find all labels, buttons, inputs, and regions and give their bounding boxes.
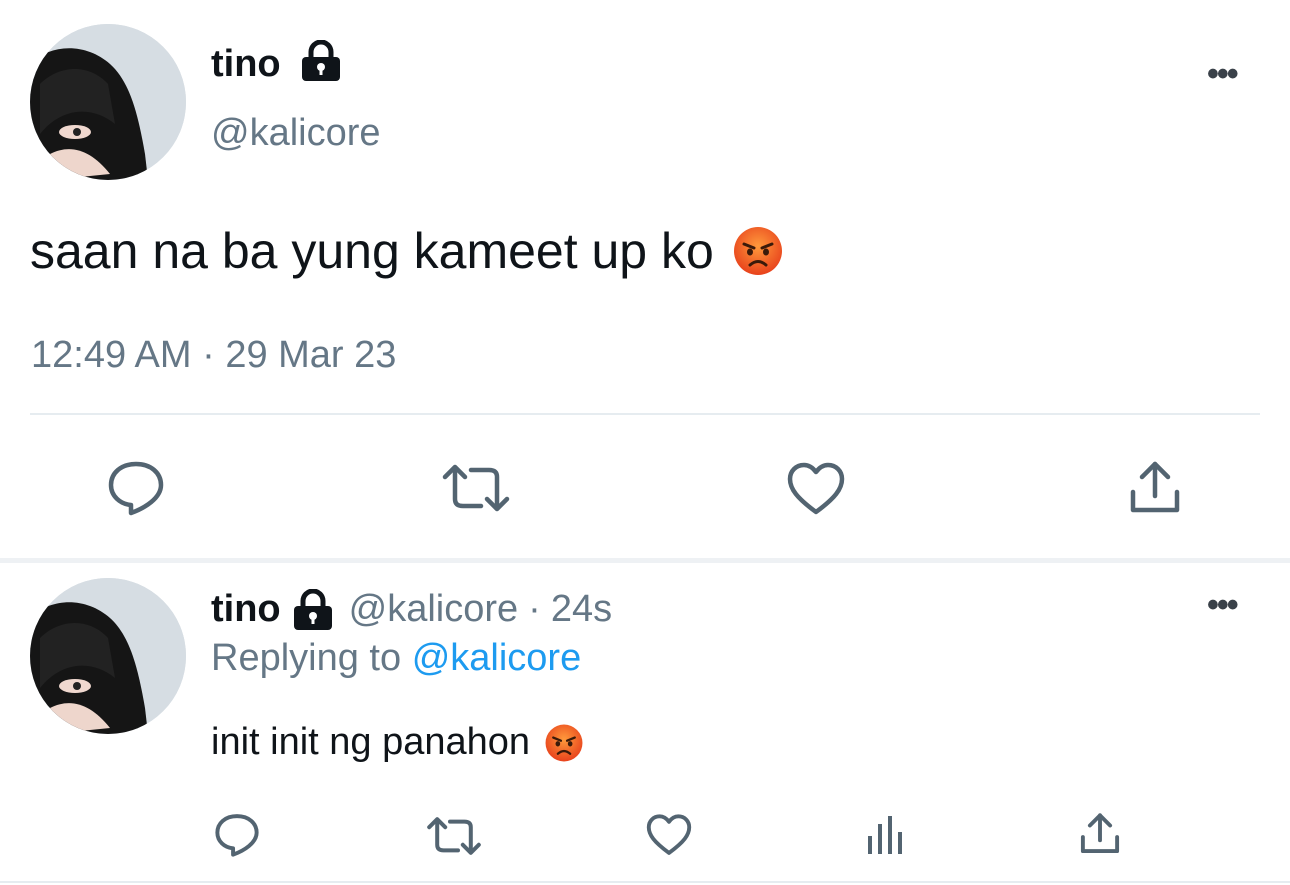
reply-icon[interactable] — [214, 813, 260, 857]
replying-to-line: Replying to @kalicore — [211, 637, 581, 680]
share-icon[interactable] — [1128, 460, 1182, 516]
reply-tweet-separator: · — [528, 588, 541, 630]
reply-tweet-header: tino @kalicore · 24s — [211, 588, 612, 631]
reply-tweet-avatar[interactable] — [30, 578, 186, 734]
main-tweet-display-name[interactable]: tino — [211, 43, 281, 86]
reply-icon[interactable] — [107, 460, 165, 516]
heart-icon[interactable] — [787, 462, 845, 516]
heart-icon[interactable] — [646, 814, 692, 856]
divider — [30, 413, 1260, 415]
divider — [0, 881, 1290, 883]
pouting-face-emoji — [732, 225, 784, 277]
main-tweet-timestamp[interactable]: 12:49 AM · 29 Mar 23 — [31, 334, 396, 377]
lock-icon — [299, 40, 343, 82]
reply-tweet-display-name[interactable]: tino — [211, 588, 281, 631]
reply-tweet-text: init init ng panahon — [211, 721, 531, 763]
retweet-icon[interactable] — [441, 463, 511, 513]
retweet-icon[interactable] — [426, 816, 482, 856]
reply-tweet-handle[interactable]: @kalicore — [349, 588, 519, 631]
main-tweet-text-row: saan na ba yung kameet up ko — [30, 222, 784, 280]
share-icon[interactable] — [1079, 812, 1121, 856]
reply-tweet-text-row: init init ng panahon — [211, 721, 584, 764]
lock-icon — [291, 588, 335, 631]
main-tweet-handle[interactable]: @kalicore — [211, 112, 381, 155]
divider — [0, 558, 1290, 563]
main-tweet-text: saan na ba yung kameet up ko — [30, 223, 714, 279]
main-tweet-avatar[interactable] — [30, 24, 186, 180]
reply-tweet-age[interactable]: 24s — [551, 588, 612, 631]
reply-tweet-more-button[interactable]: ••• — [1207, 588, 1239, 622]
main-tweet-more-button[interactable]: ••• — [1207, 57, 1239, 91]
pouting-face-emoji — [544, 723, 584, 763]
views-icon[interactable] — [863, 814, 907, 856]
replying-to-label: Replying to — [211, 637, 402, 679]
replying-to-handle-link[interactable]: @kalicore — [412, 637, 582, 679]
